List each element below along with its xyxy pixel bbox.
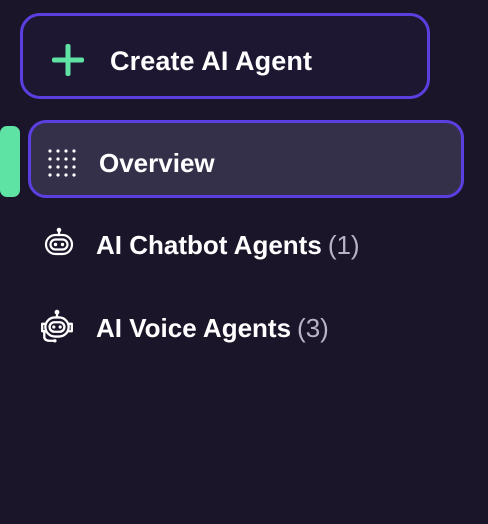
nav-item-label: Overview bbox=[99, 147, 215, 179]
nav-item-label: AI Chatbot Agents (1) bbox=[96, 229, 360, 261]
nav-item-ai-chatbot-agents[interactable]: AI Chatbot Agents (1) bbox=[28, 205, 464, 283]
nav-item-overview[interactable]: Overview bbox=[28, 120, 464, 198]
grid-dots-icon bbox=[48, 149, 76, 177]
active-indicator bbox=[0, 126, 20, 197]
ai-voice-agents-count: (3) bbox=[297, 313, 329, 343]
create-ai-agent-button[interactable]: Create AI Agent bbox=[20, 13, 430, 99]
robot-icon bbox=[44, 227, 74, 256]
sidebar: Create AI Agent Overview AI Chatbot Agen bbox=[0, 0, 488, 524]
nav-item-ai-voice-agents[interactable]: AI Voice Agents (3) bbox=[28, 288, 464, 366]
ai-chatbot-agents-count: (1) bbox=[327, 230, 360, 260]
ai-voice-agents-label: AI Voice Agents bbox=[96, 313, 292, 343]
plus-icon bbox=[52, 44, 84, 76]
nav-item-label: AI Voice Agents (3) bbox=[96, 312, 329, 344]
ai-chatbot-agents-label: AI Chatbot Agents bbox=[96, 230, 322, 260]
overview-label: Overview bbox=[99, 148, 215, 178]
robot-headset-icon bbox=[41, 309, 73, 343]
create-ai-agent-label: Create AI Agent bbox=[110, 46, 313, 76]
